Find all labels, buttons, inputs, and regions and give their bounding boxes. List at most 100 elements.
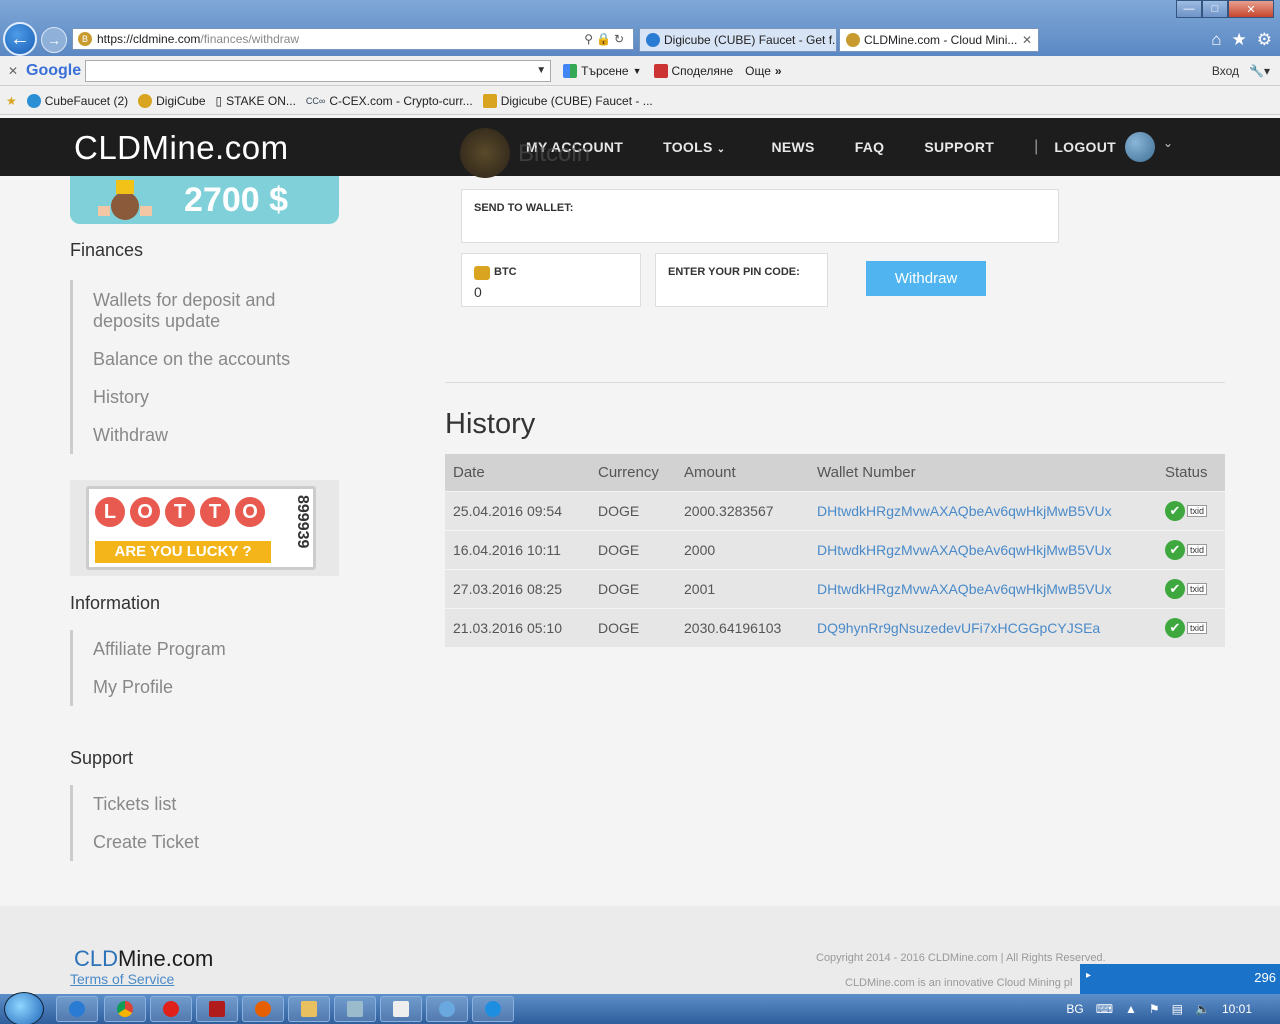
btc-amount-field[interactable]: BTC 0 xyxy=(461,253,641,307)
address-bar[interactable]: B https://cldmine.com/finances/withdraw … xyxy=(72,28,634,50)
taskbar-opera[interactable] xyxy=(150,996,192,1022)
refresh-icon[interactable]: ↻ xyxy=(614,32,627,46)
globe-icon[interactable] xyxy=(1125,132,1155,162)
nav-logout[interactable]: LOGOUT xyxy=(1054,139,1116,155)
star-icon[interactable]: ★ xyxy=(1232,30,1247,50)
taskbar-ie[interactable] xyxy=(56,996,98,1022)
arrow-right-icon: → xyxy=(47,32,61,48)
favorite-item[interactable]: ▯ STAKE ON... xyxy=(216,94,296,108)
cell-wallet-link[interactable]: DQ9hynRr9gNsuzedevUFi7xHCGGpCYJSEa xyxy=(809,607,1157,647)
caret-right-icon: ▸ xyxy=(1086,970,1092,981)
taskbar-app[interactable] xyxy=(380,996,422,1022)
flag-icon[interactable]: ⚑ xyxy=(1149,1002,1160,1016)
nav-news[interactable]: NEWS xyxy=(771,139,814,155)
search-icon[interactable]: ⚲ xyxy=(584,32,596,46)
txid-link[interactable]: txid xyxy=(1187,582,1208,595)
favorite-item[interactable]: Digicube (CUBE) Faucet - ... xyxy=(482,93,653,108)
taskbar-teamviewer[interactable] xyxy=(472,996,514,1022)
tab-cldmine[interactable]: CLDMine.com - Cloud Mini... ✕ xyxy=(839,28,1039,52)
maximize-button[interactable]: □ xyxy=(1202,0,1228,18)
nav-faq[interactable]: FAQ xyxy=(855,139,885,155)
tab-label: Digicube (CUBE) Faucet - Get f... xyxy=(664,33,837,47)
site-header: CLDMine.com MY ACCOUNT TOOLS ⌄ NEWS FAQ … xyxy=(0,118,1280,176)
clock[interactable]: 10:01 xyxy=(1222,1002,1252,1016)
favorite-item[interactable]: CubeFaucet (2) xyxy=(26,93,128,108)
favorites-star-icon[interactable]: ★ xyxy=(6,94,17,108)
sidebar-item-history[interactable]: History xyxy=(73,387,313,408)
cell-wallet-link[interactable]: DHtwdkHRgzMvwAXAQbeAv6qwHkjMwB5VUx xyxy=(809,568,1157,608)
cell-wallet-link[interactable]: DHtwdkHRgzMvwAXAQbeAv6qwHkjMwB5VUx xyxy=(809,490,1157,530)
tab-digicube[interactable]: Digicube (CUBE) Faucet - Get f... xyxy=(639,28,837,52)
cell-currency: DOGE xyxy=(590,607,676,647)
gear-icon[interactable]: ⚙ xyxy=(1257,30,1272,50)
cell-status: ✔ txid xyxy=(1157,568,1225,608)
sidebar-item-tickets[interactable]: Tickets list xyxy=(73,794,199,815)
taskbar-app[interactable] xyxy=(426,996,468,1022)
col-currency: Currency xyxy=(590,454,676,491)
notification-bar[interactable]: ▸ 296 xyxy=(1080,964,1280,994)
check-circle-icon: ✔ xyxy=(1165,500,1185,521)
cell-wallet-link[interactable]: DHtwdkHRgzMvwAXAQbeAv6qwHkjMwB5VUx xyxy=(809,529,1157,569)
site-logo[interactable]: CLDMine.com xyxy=(74,129,289,167)
sidebar-item-balance[interactable]: Balance on the accounts xyxy=(73,349,313,370)
lotto-ball: T xyxy=(200,497,230,527)
trophy-icon xyxy=(98,180,152,220)
txid-link[interactable]: txid xyxy=(1187,504,1208,517)
language-indicator[interactable]: BG xyxy=(1066,1002,1083,1016)
txid-link[interactable]: txid xyxy=(1187,543,1208,556)
address-tools[interactable]: ⚲🔒↻ xyxy=(584,32,633,46)
btc-value[interactable]: 0 xyxy=(474,284,482,300)
close-tab-icon[interactable]: ✕ xyxy=(1018,33,1032,47)
favorite-item[interactable]: CC∞ C-CEX.com - Crypto-curr... xyxy=(306,94,473,108)
sidebar-item-wallets[interactable]: Wallets for deposit and deposits update xyxy=(73,290,313,332)
taskbar-app[interactable] xyxy=(334,996,376,1022)
taskbar-firefox[interactable] xyxy=(242,996,284,1022)
google-more-button[interactable]: Още » xyxy=(745,64,781,78)
google-share-button[interactable]: Споделяне xyxy=(653,63,733,78)
withdraw-button[interactable]: Withdraw xyxy=(866,261,986,296)
wrench-icon[interactable]: 🔧▾ xyxy=(1249,64,1270,78)
terms-of-service-link[interactable]: Terms of Service xyxy=(70,971,174,987)
favorite-item[interactable]: DigiCube xyxy=(138,93,206,108)
finances-menu: Wallets for deposit and deposits update … xyxy=(70,280,313,454)
page-content: 2700 $ Finances Wallets for deposit and … xyxy=(0,128,1280,906)
volume-icon[interactable]: 🔈 xyxy=(1195,1002,1210,1016)
nav-tools[interactable]: TOOLS ⌄ xyxy=(663,139,725,155)
close-window-button[interactable]: ✕ xyxy=(1228,0,1274,18)
pin-code-field[interactable]: ENTER YOUR PIN CODE: xyxy=(655,253,828,307)
google-search-input[interactable]: ▼ xyxy=(85,59,552,82)
url-text[interactable]: https://cldmine.com/finances/withdraw xyxy=(97,32,584,46)
sidebar-item-create-ticket[interactable]: Create Ticket xyxy=(73,832,199,853)
sidebar-item-profile[interactable]: My Profile xyxy=(73,677,226,698)
chevron-down-icon[interactable]: ⌄ xyxy=(1163,136,1173,150)
txid-link[interactable]: txid xyxy=(1187,621,1208,634)
back-button[interactable]: ← xyxy=(3,22,37,56)
send-to-wallet-field[interactable]: SEND TO WALLET: xyxy=(461,189,1059,243)
keyboard-icon[interactable]: ⌨ xyxy=(1096,1002,1113,1016)
forward-button[interactable]: → xyxy=(41,27,67,53)
cell-amount: 2001 xyxy=(676,568,809,608)
start-button[interactable] xyxy=(4,992,44,1024)
nav-support[interactable]: SUPPORT xyxy=(924,139,994,155)
close-toolbar-icon[interactable]: ✕ xyxy=(0,64,26,78)
taskbar-app[interactable] xyxy=(196,996,238,1022)
lock-icon[interactable]: 🔒 xyxy=(596,32,614,46)
network-icon[interactable]: ▤ xyxy=(1172,1002,1183,1016)
bitcoin-icon xyxy=(138,93,153,108)
footer-logo[interactable]: CLDMine.com xyxy=(74,946,213,972)
minimize-button[interactable]: — xyxy=(1176,0,1202,18)
promo-banner[interactable]: 2700 $ xyxy=(70,176,339,224)
chevron-up-icon[interactable]: ▲ xyxy=(1125,1002,1137,1016)
cell-date: 16.04.2016 10:11 xyxy=(445,529,590,569)
lotto-banner[interactable]: L O T T O ARE YOU LUCKY ? 899939 xyxy=(70,480,339,576)
taskbar-explorer[interactable] xyxy=(288,996,330,1022)
home-icon[interactable]: ⌂ xyxy=(1211,30,1221,50)
taskbar-chrome[interactable] xyxy=(104,996,146,1022)
history-table: Date Currency Amount Wallet Number Statu… xyxy=(445,454,1225,647)
sidebar-item-affiliate[interactable]: Affiliate Program xyxy=(73,639,226,660)
sidebar-item-withdraw[interactable]: Withdraw xyxy=(73,425,313,446)
double-chevron-right-icon: » xyxy=(774,63,782,78)
google-search-button[interactable]: Търсене ▼ xyxy=(563,63,642,78)
chevron-down-icon[interactable]: ▼ xyxy=(536,65,546,76)
signin-link[interactable]: Вход xyxy=(1212,64,1239,78)
